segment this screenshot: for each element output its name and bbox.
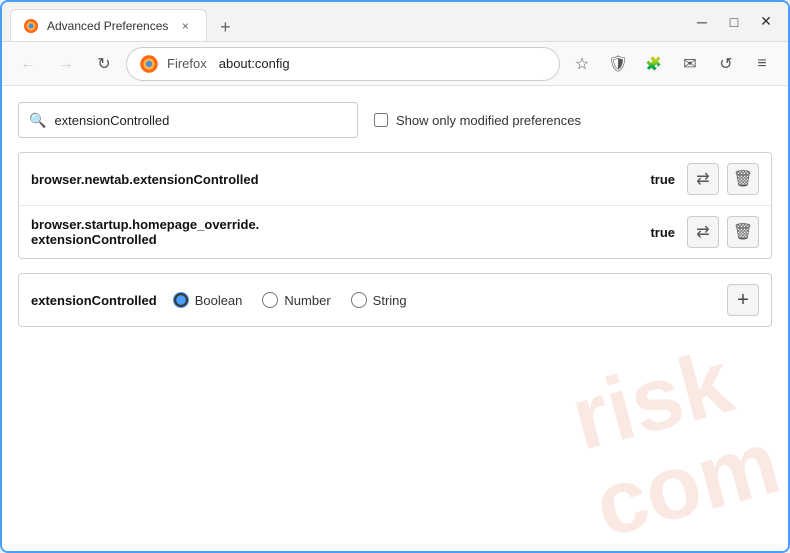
pref-name-1: browser.newtab.extensionControlled <box>31 172 638 187</box>
back-icon: ← <box>20 55 36 73</box>
radio-boolean-label: Boolean <box>195 293 243 308</box>
bookmark-button[interactable]: ☆ <box>566 48 598 80</box>
maximize-button[interactable]: □ <box>720 8 748 36</box>
radio-string-input[interactable] <box>351 292 367 308</box>
modified-only-checkbox[interactable] <box>374 113 388 127</box>
page-content: risk com 🔍 Show only modified preference… <box>2 86 788 551</box>
new-preference-row: extensionControlled Boolean Number Strin… <box>18 273 772 327</box>
delete-icon: 🗑 <box>733 169 753 189</box>
modified-only-checkbox-row[interactable]: Show only modified preferences <box>374 113 581 128</box>
toggle-icon: ⇄ <box>696 169 709 189</box>
radio-number-label: Number <box>284 293 330 308</box>
window-controls: ─ □ ✕ <box>688 8 780 36</box>
address-text: about:config <box>219 56 290 71</box>
modified-only-label: Show only modified preferences <box>396 113 581 128</box>
extension-icon: 🧩 <box>646 56 662 72</box>
tab-favicon <box>23 18 39 34</box>
delete-button-2[interactable]: 🗑 <box>727 216 759 248</box>
active-tab[interactable]: Advanced Preferences × <box>10 9 207 41</box>
add-button[interactable]: + <box>727 284 759 316</box>
add-icon: + <box>737 289 749 312</box>
firefox-logo-icon <box>139 54 159 74</box>
pref-actions-2: ⇄ 🗑 <box>687 216 759 248</box>
pref-name-2: browser.startup.homepage_override.extens… <box>31 217 638 247</box>
table-row: browser.startup.homepage_override.extens… <box>19 206 771 258</box>
browser-window: Advanced Preferences × + ─ □ ✕ ← → ↻ <box>0 0 790 553</box>
toggle-icon: ⇄ <box>696 222 709 242</box>
bookmark-icon: ☆ <box>575 54 589 74</box>
reload-icon: ↻ <box>97 54 110 74</box>
toggle-button-2[interactable]: ⇄ <box>687 216 719 248</box>
nav-icons: ☆ 🛡 🧩 ✉ ↺ ≡ <box>566 48 778 80</box>
search-icon: 🔍 <box>29 112 46 129</box>
radio-boolean-input[interactable] <box>173 292 189 308</box>
title-bar: Advanced Preferences × + ─ □ ✕ <box>2 2 788 42</box>
watermark-line1: risk <box>563 330 765 465</box>
delete-icon: 🗑 <box>733 222 753 242</box>
table-row: browser.newtab.extensionControlled true … <box>19 153 771 206</box>
search-row: 🔍 Show only modified preferences <box>18 102 772 138</box>
pref-value-1: true <box>638 172 675 187</box>
preferences-table: browser.newtab.extensionControlled true … <box>18 152 772 259</box>
menu-button[interactable]: ≡ <box>746 48 778 80</box>
new-pref-name: extensionControlled <box>31 293 157 308</box>
radio-number-input[interactable] <box>262 292 278 308</box>
watermark: risk com <box>563 330 788 551</box>
nav-bar: ← → ↻ Firefox about:config ☆ 🛡 <box>2 42 788 86</box>
watermark-line2: com <box>586 417 788 551</box>
sync-button[interactable]: ↺ <box>710 48 742 80</box>
search-container[interactable]: 🔍 <box>18 102 358 138</box>
type-radio-group: Boolean Number String <box>173 292 711 308</box>
menu-icon: ≡ <box>757 55 766 73</box>
radio-boolean[interactable]: Boolean <box>173 292 243 308</box>
new-tab-button[interactable]: + <box>211 13 239 41</box>
tab-area: Advanced Preferences × + <box>10 2 680 41</box>
delete-button-1[interactable]: 🗑 <box>727 163 759 195</box>
pref-actions-1: ⇄ 🗑 <box>687 163 759 195</box>
address-bar[interactable]: Firefox about:config <box>126 47 560 81</box>
browser-label: Firefox <box>167 56 207 71</box>
pref-value-2: true <box>638 225 675 240</box>
toggle-button-1[interactable]: ⇄ <box>687 163 719 195</box>
back-button[interactable]: ← <box>12 48 44 80</box>
mail-button[interactable]: ✉ <box>674 48 706 80</box>
radio-number[interactable]: Number <box>262 292 330 308</box>
close-button[interactable]: ✕ <box>752 8 780 36</box>
forward-icon: → <box>58 55 74 73</box>
shield-button[interactable]: 🛡 <box>602 48 634 80</box>
shield-icon: 🛡 <box>608 54 628 74</box>
minimize-button[interactable]: ─ <box>688 8 716 36</box>
radio-string[interactable]: String <box>351 292 407 308</box>
sync-icon: ↺ <box>719 54 732 74</box>
tab-close-button[interactable]: × <box>176 17 194 35</box>
radio-string-label: String <box>373 293 407 308</box>
extension-button[interactable]: 🧩 <box>638 48 670 80</box>
forward-button[interactable]: → <box>50 48 82 80</box>
tab-title: Advanced Preferences <box>47 19 168 33</box>
search-input[interactable] <box>54 113 347 128</box>
reload-button[interactable]: ↻ <box>88 48 120 80</box>
mail-icon: ✉ <box>683 54 696 74</box>
